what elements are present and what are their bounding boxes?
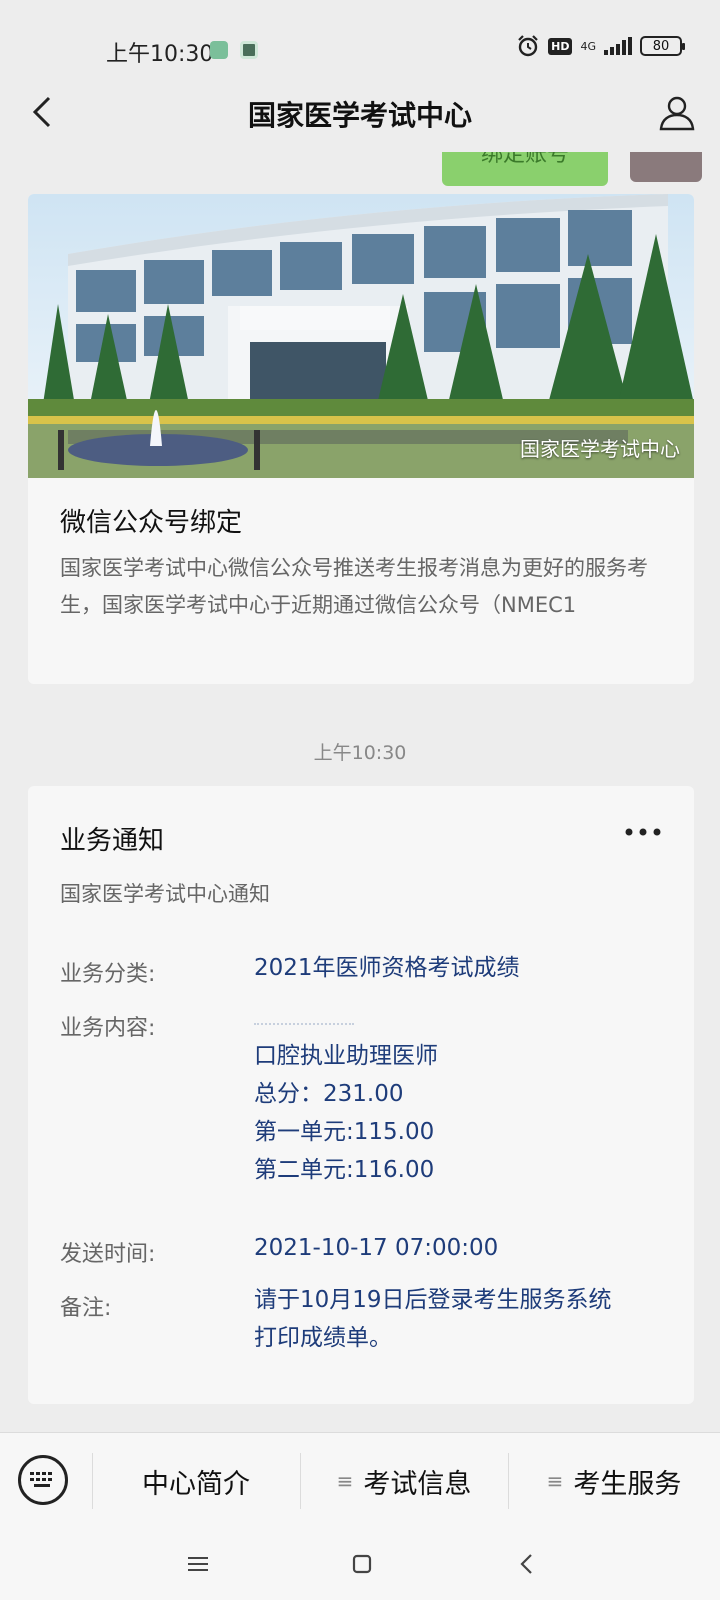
navigation-bar: 国家医学考试中心 (0, 76, 720, 150)
content-line: 总分：231.00 (254, 1081, 404, 1107)
more-options-button[interactable] (618, 812, 668, 852)
system-navigation-bar (0, 1528, 720, 1600)
image-caption: 国家医学考试中心 (520, 437, 680, 461)
home-square-icon (352, 1554, 372, 1574)
page-title: 国家医学考试中心 (247, 99, 472, 132)
article-card[interactable]: 国家医学考试中心 微信公众号绑定 国家医学考试中心微信公众号推送考生报考消息为更… (28, 194, 694, 684)
user-icon (659, 96, 695, 131)
content-label: 业务内容: (60, 1016, 156, 1041)
menu-item-label: 中心简介 (142, 1468, 250, 1500)
status-time: 上午10:30 (106, 42, 214, 67)
app-notification-icon (210, 41, 228, 59)
menu-item-label: 考试信息 (363, 1468, 472, 1500)
menu-item-exam-info[interactable]: ≡ 考试信息 (300, 1433, 508, 1529)
message-timestamp: 上午10:30 (313, 742, 407, 764)
notice-subtitle: 国家医学考试中心通知 (60, 882, 270, 906)
send-time-value: 2021-10-17 07:00:00 (254, 1235, 499, 1261)
keyboard-toggle-button[interactable] (18, 1455, 68, 1505)
article-cover-image: 国家医学考试中心 (28, 194, 694, 478)
content-line: 第一单元:115.00 (254, 1119, 435, 1145)
bind-account-label: 绑定账号 (480, 152, 569, 167)
menu-lines-icon: ≡ (336, 1469, 354, 1493)
category-value: 2021年医师资格考试成绩 (254, 955, 520, 981)
content-line: 口腔执业助理医师 (254, 1043, 438, 1069)
app-notification-icon (240, 41, 258, 59)
network-type: 4G (580, 39, 596, 53)
home-button[interactable] (342, 1546, 382, 1582)
profile-button[interactable] (654, 90, 700, 136)
menu-lines-icon: ≡ (546, 1469, 564, 1493)
content-line: 第二单元:116.00 (254, 1157, 435, 1183)
send-time-label: 发送时间: (60, 1242, 156, 1267)
remark-line: 打印成绩单。 (254, 1325, 392, 1351)
avatar (630, 152, 702, 182)
system-back-button[interactable] (506, 1546, 546, 1582)
back-triangle-icon (520, 1554, 532, 1574)
menu-icon (188, 1557, 208, 1571)
keyboard-icon (30, 1472, 52, 1487)
recent-apps-button[interactable] (178, 1546, 218, 1582)
article-title: 微信公众号绑定 (60, 508, 243, 538)
hd-badge: HD (548, 37, 573, 55)
signal-icon (604, 37, 632, 55)
menu-item-label: 考生服务 (573, 1468, 682, 1500)
remark-label: 备注: (60, 1296, 112, 1321)
remark-line: 请于10月19日后登录考生服务系统 (254, 1287, 612, 1313)
battery-indicator: 80 (640, 36, 685, 56)
status-indicators: HD 4G 80 (516, 34, 685, 58)
category-label: 业务分类: (60, 962, 156, 987)
bottom-menu: 中心简介 ≡ 考试信息 ≡ 考生服务 (0, 1432, 720, 1528)
notice-card[interactable]: 业务通知 国家医学考试中心通知 业务分类: 2021年医师资格考试成绩 业务内容… (28, 786, 694, 1404)
menu-item-center-intro[interactable]: 中心简介 (92, 1433, 300, 1529)
article-summary: 国家医学考试中心微信公众号推送考生报考消息为更好的服务考生，国家医学考试中心于近… (60, 556, 648, 617)
more-dots-icon (625, 828, 661, 836)
bind-account-button[interactable]: 绑定账号 (442, 152, 608, 186)
menu-item-candidate-service[interactable]: ≡ 考生服务 (508, 1433, 720, 1529)
notice-title: 业务通知 (60, 826, 165, 856)
redacted-name (254, 1000, 354, 1037)
alarm-icon (518, 35, 538, 57)
